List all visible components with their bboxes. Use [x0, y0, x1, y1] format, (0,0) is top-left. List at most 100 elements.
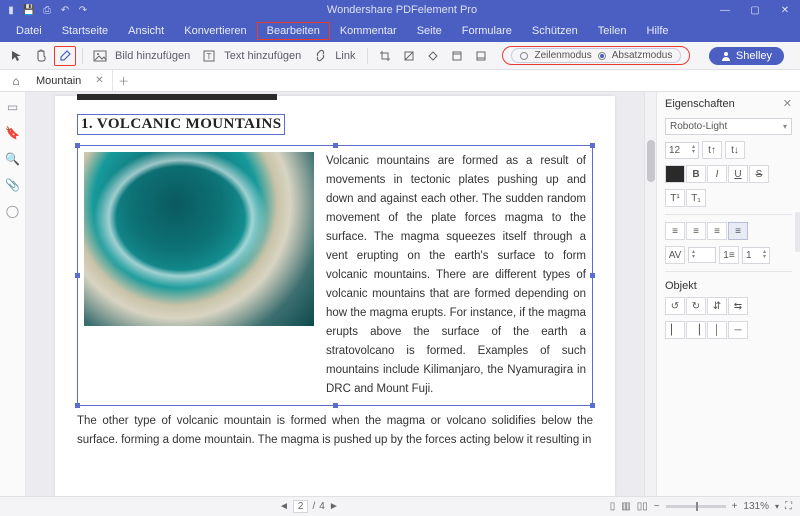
fullscreen-icon[interactable]: ⛶ [785, 501, 792, 512]
view-continuous-icon[interactable]: ▥ [621, 501, 630, 512]
flip-horizontal-button[interactable]: ⇆ [728, 297, 748, 315]
text-selection-box[interactable]: Volcanic mountains are formed as a resul… [77, 145, 593, 406]
align-justify-button[interactable]: ≡ [728, 222, 748, 240]
underline-button[interactable]: U [728, 165, 748, 183]
pointer-tool[interactable] [6, 46, 28, 66]
superscript-button[interactable]: T¹ [665, 189, 685, 207]
char-spacing-input[interactable]: ▴▾ [688, 247, 716, 263]
align-right-button[interactable]: ≡ [707, 222, 727, 240]
document-heading[interactable]: 1. VOLCANIC MOUNTAINS [77, 114, 285, 135]
left-rail: ▭ 🔖 🔍 📎 ◯ [0, 92, 26, 496]
crop-tool[interactable] [374, 46, 396, 66]
char-spacing-button[interactable]: AV [665, 246, 685, 264]
menu-hilfe[interactable]: Hilfe [637, 22, 679, 40]
chevron-down-icon[interactable]: ▾ [775, 502, 779, 511]
bates-tool[interactable] [470, 46, 492, 66]
svg-text:T: T [207, 52, 212, 61]
close-button[interactable]: ✕ [770, 0, 800, 20]
obj-align-center-button[interactable]: │ [707, 321, 727, 339]
bookmarks-icon[interactable]: 🔖 [5, 126, 20, 140]
menu-konvertieren[interactable]: Konvertieren [174, 22, 256, 40]
watermark-tool[interactable] [398, 46, 420, 66]
align-left-button[interactable]: ≡ [665, 222, 685, 240]
properties-close-icon[interactable]: ✕ [783, 97, 792, 110]
save-icon[interactable]: 💾 [22, 3, 36, 17]
font-color-button[interactable] [665, 165, 685, 183]
shrink-font-button[interactable]: t↓ [725, 141, 745, 159]
paragraph-mode-radio[interactable] [598, 52, 606, 60]
document-paragraph-2[interactable]: The other type of volcanic mountain is f… [77, 412, 593, 450]
menu-startseite[interactable]: Startseite [52, 22, 118, 40]
page-current-input[interactable]: 2 [293, 500, 309, 513]
hand-tool[interactable] [30, 46, 52, 66]
tab-close-icon[interactable]: ✕ [95, 75, 103, 86]
header-footer-tool[interactable] [446, 46, 468, 66]
obj-align-right-button[interactable]: ▕ [686, 321, 706, 339]
user-pill[interactable]: Shelley [709, 47, 784, 65]
obj-align-left-button[interactable]: ▏ [665, 321, 685, 339]
italic-button[interactable]: I [707, 165, 727, 183]
home-tab[interactable]: ⌂ [4, 70, 28, 91]
document-paragraph-1[interactable]: Volcanic mountains are formed as a resul… [326, 152, 586, 399]
undo-icon[interactable]: ↶ [58, 3, 72, 17]
attachments-icon[interactable]: 📎 [5, 178, 20, 192]
document-tab[interactable]: Mountain ✕ [28, 70, 113, 91]
menu-ansicht[interactable]: Ansicht [118, 22, 174, 40]
line-spacing-button[interactable]: 1≡ [719, 246, 739, 264]
rotate-right-button[interactable]: ↻ [686, 297, 706, 315]
view-single-icon[interactable]: ▯ [610, 501, 616, 512]
menu-formulare[interactable]: Formulare [452, 22, 522, 40]
add-text-label[interactable]: Text hinzufügen [222, 50, 307, 62]
page-prev-icon[interactable]: ◄ [279, 501, 289, 512]
zoom-in-icon[interactable]: + [732, 501, 738, 512]
font-value: Roboto-Light [670, 121, 727, 132]
zoom-out-icon[interactable]: − [654, 501, 660, 512]
view-two-page-icon[interactable]: ▯▯ [637, 501, 648, 512]
menu-seite[interactable]: Seite [407, 22, 452, 40]
add-tab-button[interactable]: ＋ [113, 70, 135, 91]
redo-icon[interactable]: ↷ [76, 3, 90, 17]
minimize-button[interactable]: — [710, 0, 740, 20]
flip-vertical-button[interactable]: ⇵ [707, 297, 727, 315]
edit-tool[interactable] [54, 46, 76, 66]
image-icon[interactable] [89, 46, 111, 66]
menu-teilen[interactable]: Teilen [588, 22, 637, 40]
comments-icon[interactable]: ◯ [6, 204, 19, 218]
line-mode-radio[interactable] [520, 52, 528, 60]
canvas-scrollbar[interactable] [644, 92, 656, 496]
page-sep: / [312, 501, 315, 512]
thumbnails-icon[interactable]: ▭ [7, 100, 18, 114]
line-spacing-input[interactable]: 1 ▴▾ [742, 247, 770, 264]
document-canvas[interactable]: 1. VOLCANIC MOUNTAINS Volcanic mountains… [26, 92, 644, 496]
font-select[interactable]: Roboto-Light ▾ [665, 118, 792, 135]
rotate-left-button[interactable]: ↺ [665, 297, 685, 315]
link-icon[interactable] [309, 46, 331, 66]
tab-label: Mountain [36, 75, 81, 87]
document-image[interactable] [84, 152, 314, 326]
print-icon[interactable]: ⎙ [40, 3, 54, 17]
zoom-value: 131% [743, 501, 769, 512]
menu-datei[interactable]: Datei [6, 22, 52, 40]
zoom-slider[interactable] [666, 505, 726, 508]
page-next-icon[interactable]: ► [329, 501, 339, 512]
panel-scrollbar[interactable] [795, 212, 800, 252]
obj-align-middle-button[interactable]: ─ [728, 321, 748, 339]
align-center-button[interactable]: ≡ [686, 222, 706, 240]
menu-schuetzen[interactable]: Schützen [522, 22, 588, 40]
text-icon[interactable]: T [198, 46, 220, 66]
bold-button[interactable]: B [686, 165, 706, 183]
maximize-button[interactable]: ▢ [740, 0, 770, 20]
properties-panel: Eigenschaften ✕ Roboto-Light ▾ 12 ▴▾ t↑ … [656, 92, 800, 496]
menu-bearbeiten[interactable]: Bearbeiten [257, 22, 330, 40]
font-size-input[interactable]: 12 ▴▾ [665, 142, 699, 159]
add-image-label[interactable]: Bild hinzufügen [113, 50, 196, 62]
properties-title: Eigenschaften [665, 98, 735, 110]
strikethrough-button[interactable]: S [749, 165, 769, 183]
background-tool[interactable] [422, 46, 444, 66]
chevron-down-icon: ▾ [783, 122, 787, 131]
link-label[interactable]: Link [333, 50, 361, 62]
search-rail-icon[interactable]: 🔍 [5, 152, 20, 166]
grow-font-button[interactable]: t↑ [702, 141, 722, 159]
subscript-button[interactable]: T₁ [686, 189, 706, 207]
menu-kommentar[interactable]: Kommentar [330, 22, 407, 40]
